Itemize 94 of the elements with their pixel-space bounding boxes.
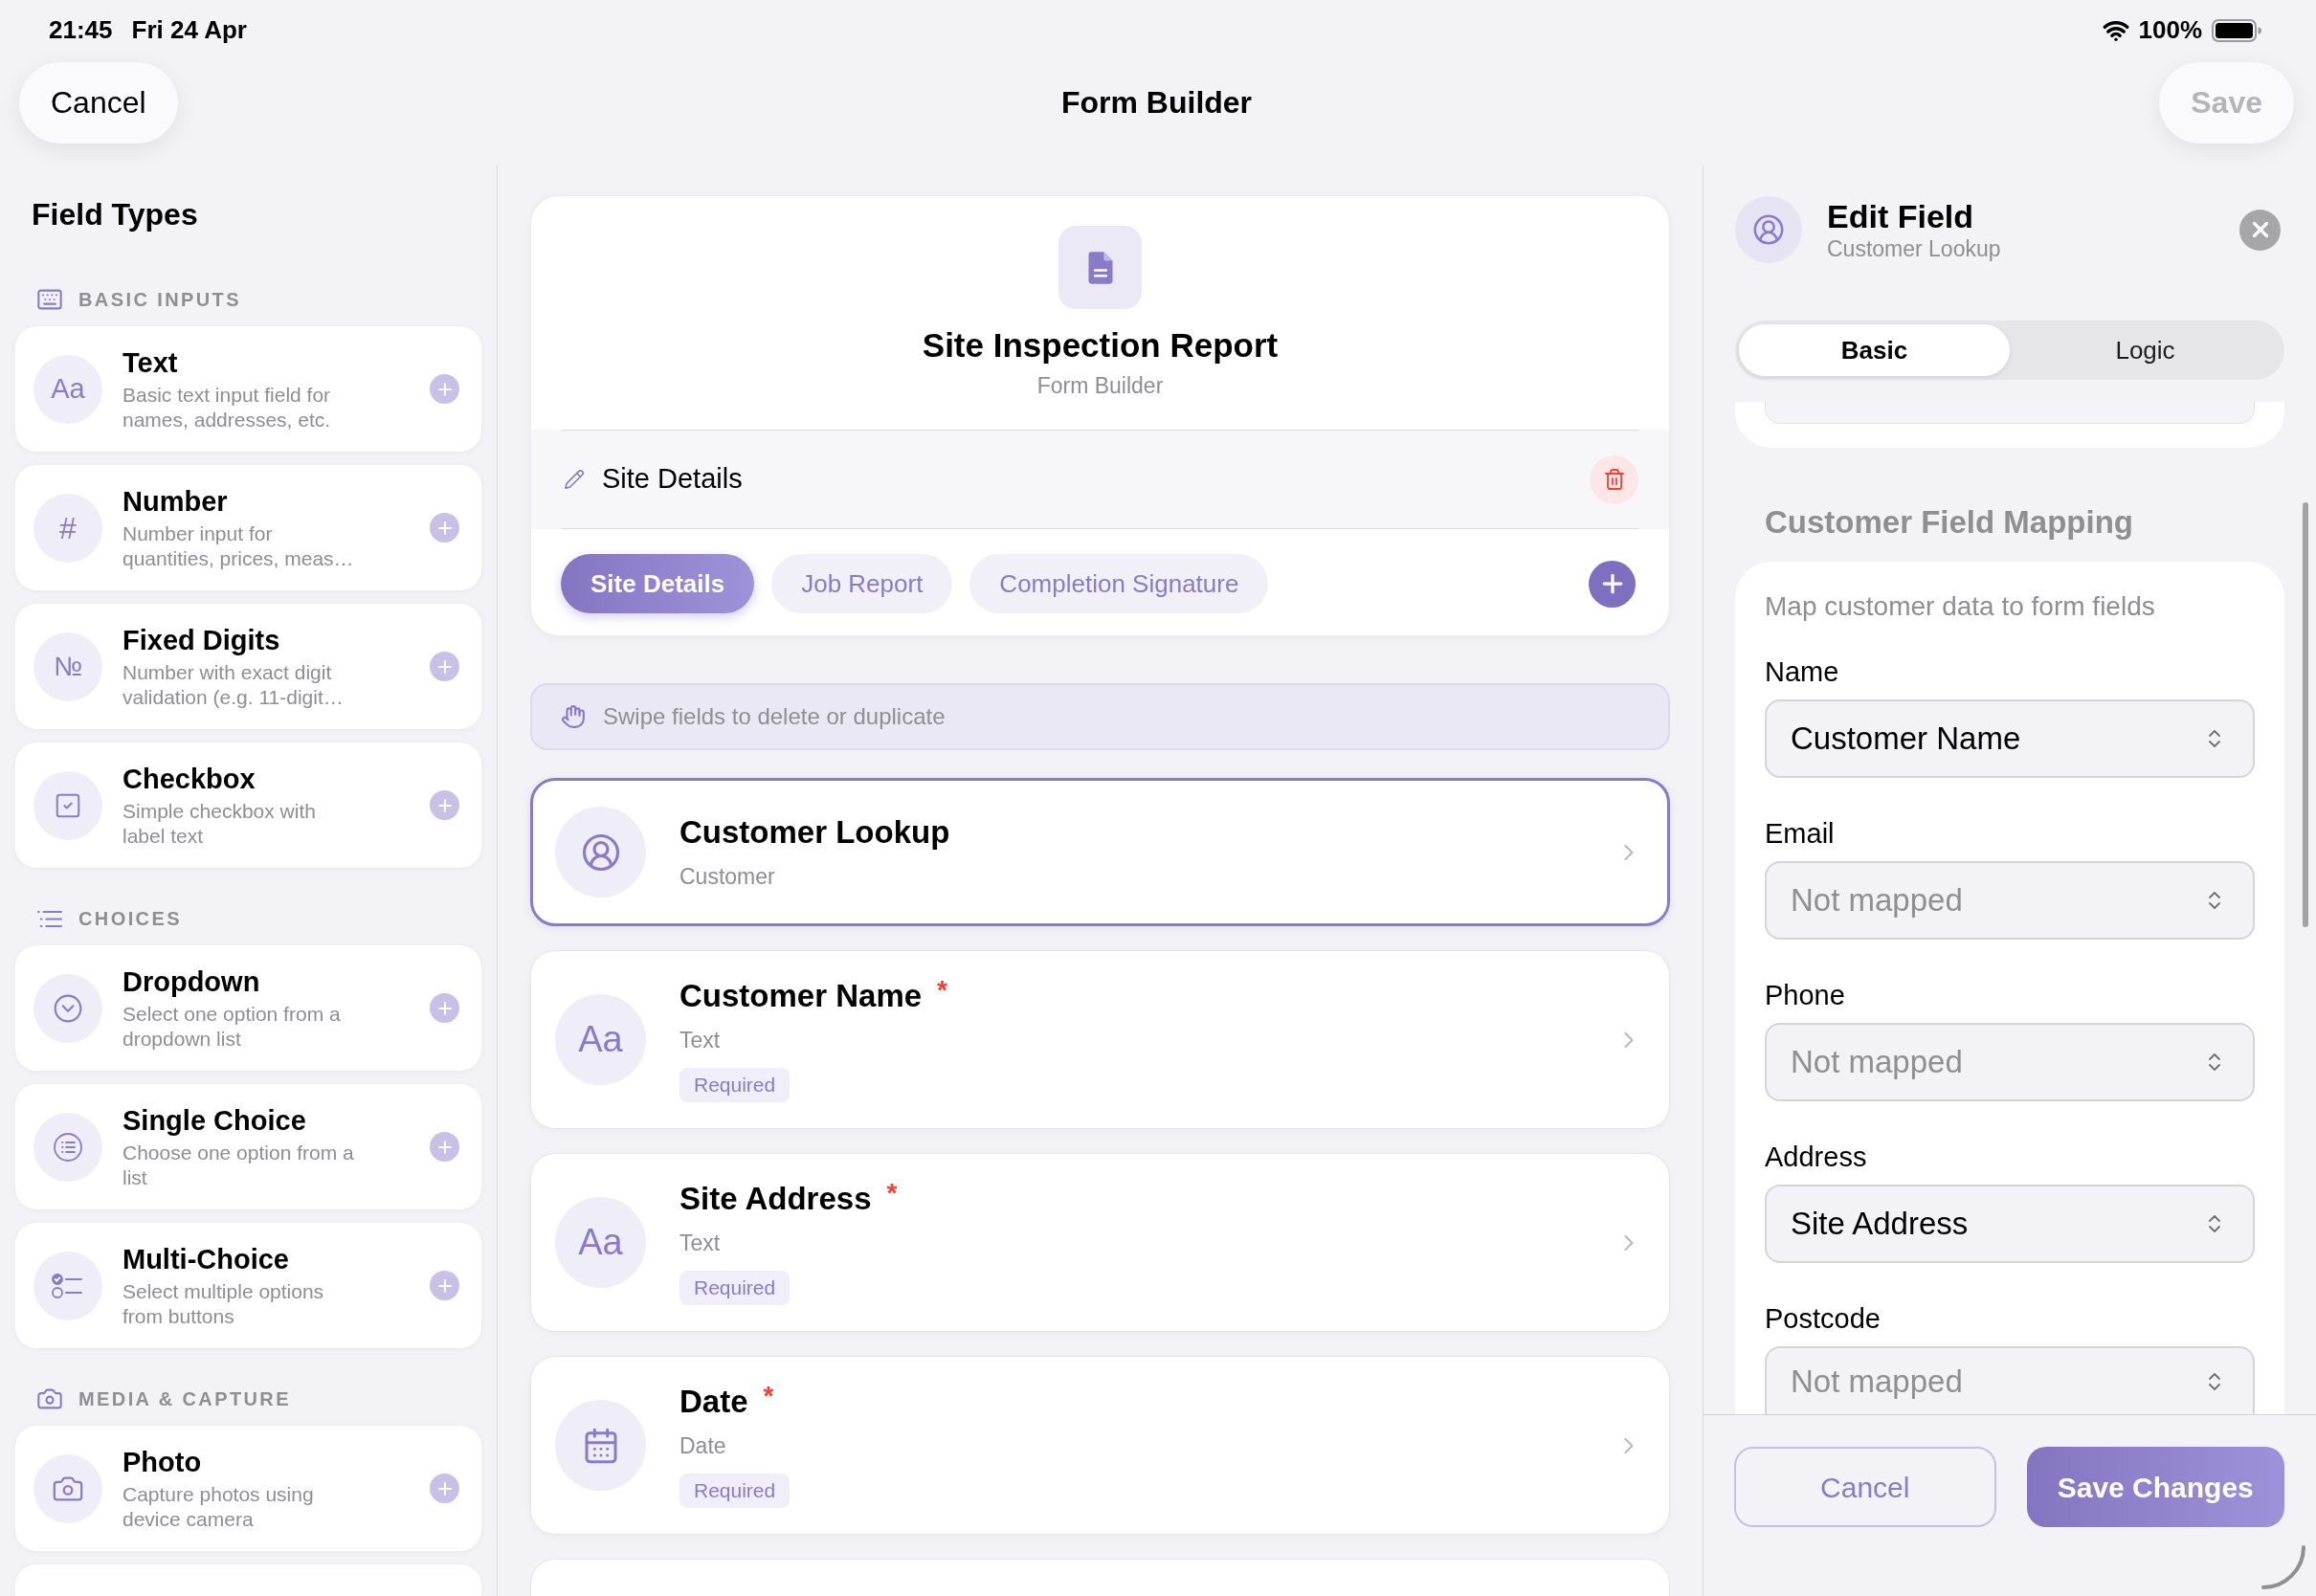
field-type-title: Fixed Digits	[122, 623, 280, 656]
hand-icon	[561, 704, 586, 729]
field-type-title: Checkbox	[122, 762, 256, 795]
field-type-card[interactable]: Aa Text Basic text input field for names, addresses, etc.	[15, 326, 481, 452]
mapping-description: Map customer data to form fields	[1765, 590, 2155, 623]
battery-percentage: 100%	[2138, 14, 2202, 46]
field-type-title: Multi-Choice	[122, 1242, 289, 1275]
field-type-title: Dropdown	[122, 964, 260, 998]
field-type-label: Text	[679, 1230, 721, 1257]
field-type-description: Select multiple options from buttons	[122, 1278, 325, 1329]
mapping-label: Phone	[1765, 979, 1845, 1012]
section-heading: CHOICES	[78, 907, 182, 931]
hash-icon: #	[33, 493, 102, 563]
resize-handle-icon[interactable]	[2260, 1544, 2306, 1590]
close-button[interactable]	[2239, 209, 2281, 251]
field-type-description: Number input for quantities, prices, meas…	[122, 521, 355, 571]
form-subtitle: Form Builder	[1036, 372, 1164, 399]
add-button[interactable]	[430, 1271, 459, 1300]
form-title: Site Inspection Report	[922, 325, 1279, 366]
required-badge: Required	[679, 1474, 791, 1508]
field-type-description: Number with exact digit validation (e.g. 11-digit…	[122, 659, 345, 710]
field-type-title: Photo	[122, 1445, 202, 1478]
field-type-card[interactable]: № Fixed Digits Number with exact digit validation (e.g. 11-digit…	[15, 604, 481, 729]
battery-icon	[2212, 18, 2261, 42]
panel-title: Field Types	[32, 196, 198, 233]
add-button[interactable]	[430, 993, 459, 1023]
field-card[interactable]: Date * Date Required	[530, 1356, 1670, 1535]
field-title: Customer Name	[679, 977, 923, 1015]
mapping-heading: Customer Field Mapping	[1765, 504, 2133, 540]
field-type-card[interactable]: Single Choice Choose one option from a list	[15, 1084, 481, 1209]
numero-sign-icon: №	[33, 632, 102, 701]
aa-icon: Aa	[555, 994, 646, 1085]
section-heading: BASIC INPUTS	[78, 288, 241, 312]
required-badge: Required	[679, 1068, 791, 1102]
cancel-button[interactable]: Cancel	[19, 61, 178, 144]
delete-button[interactable]	[1590, 454, 1638, 504]
required-mark: *	[886, 1180, 898, 1207]
add-button[interactable]	[430, 652, 459, 681]
document-icon	[1058, 226, 1142, 309]
field-title: Date	[679, 1383, 748, 1421]
field-type-title: Single Choice	[122, 1103, 306, 1137]
select-field[interactable]: Customer Name	[1765, 699, 2255, 778]
field-card[interactable]: Customer Lookup Customer	[530, 778, 1670, 926]
add-page-button[interactable]	[1589, 560, 1636, 608]
required-mark: *	[937, 977, 947, 1004]
add-button[interactable]	[430, 1132, 459, 1162]
editor-title: Edit Field	[1827, 197, 1973, 235]
field-type-label: Customer	[679, 863, 775, 891]
mapping-label: Name	[1765, 655, 1839, 689]
field-type-description: Select one option from a dropdown list	[122, 1001, 342, 1052]
field-type-description: Simple checkbox with label text	[122, 798, 317, 849]
mapping-label: Postcode	[1765, 1302, 1881, 1336]
section-title: Site Details	[602, 462, 743, 497]
editor-tab[interactable]: Basic	[1739, 324, 2010, 376]
field-type-label: Date	[679, 1432, 726, 1460]
field-type-title: Number	[122, 484, 228, 518]
editor-tab[interactable]: Logic	[2010, 324, 2281, 376]
field-type-card[interactable]: # Number Number input for quantities, prices, meas…	[15, 465, 481, 590]
field-type-description: Capture photos using device camera	[122, 1481, 315, 1532]
field-card[interactable]: Aa Customer Name * Text Required	[530, 950, 1670, 1129]
required-mark: *	[763, 1383, 774, 1409]
pencil-icon	[564, 469, 585, 490]
field-type-description: Choose one option from a list	[122, 1140, 355, 1190]
field-title: Customer Lookup	[679, 813, 950, 852]
field-card[interactable]: Aa Site Address * Text Required	[530, 1153, 1670, 1332]
mapping-label: Email	[1765, 817, 1835, 851]
field-title: Site Address	[679, 1180, 872, 1218]
field-type-description: Basic text input field for names, addresses, etc.	[122, 382, 332, 432]
field-type-card[interactable]: Multi-Choice Select multiple options from buttons	[15, 1223, 481, 1348]
field-type-card[interactable]: Photo Capture photos using device camera	[15, 1426, 481, 1551]
status-date: Fri 24 Apr	[131, 14, 247, 46]
aa-icon: Aa	[33, 354, 102, 424]
select-field[interactable]: Site Address	[1765, 1185, 2255, 1263]
status-time: 21:45	[49, 14, 113, 46]
hint-text: Swipe fields to delete or duplicate	[603, 702, 946, 731]
add-button[interactable]	[430, 1474, 459, 1503]
list-icon	[36, 908, 63, 929]
field-type-card[interactable]: Checkbox Simple checkbox with label text	[15, 743, 481, 868]
field-type-title: Text	[122, 345, 178, 379]
page-tab[interactable]: Site Details	[561, 554, 755, 613]
page-title: Form Builder	[1060, 84, 1253, 122]
section-heading: MEDIA & CAPTURE	[78, 1387, 291, 1411]
trash-icon	[1602, 468, 1626, 491]
field-card[interactable]	[530, 1559, 1670, 1596]
mapping-label: Address	[1765, 1141, 1867, 1174]
field-type-label: Text	[679, 1027, 721, 1054]
add-button[interactable]	[430, 790, 459, 820]
required-badge: Required	[679, 1271, 791, 1305]
field-type-card[interactable]: Dropdown Select one option from a dropdown list	[15, 945, 481, 1071]
add-button[interactable]	[430, 374, 459, 404]
add-button[interactable]	[430, 513, 459, 543]
save-changes-button[interactable]: Save Changes	[2026, 1447, 2284, 1527]
editor-subtitle: Customer Lookup	[1827, 235, 2001, 262]
aa-icon: Aa	[555, 1197, 646, 1288]
